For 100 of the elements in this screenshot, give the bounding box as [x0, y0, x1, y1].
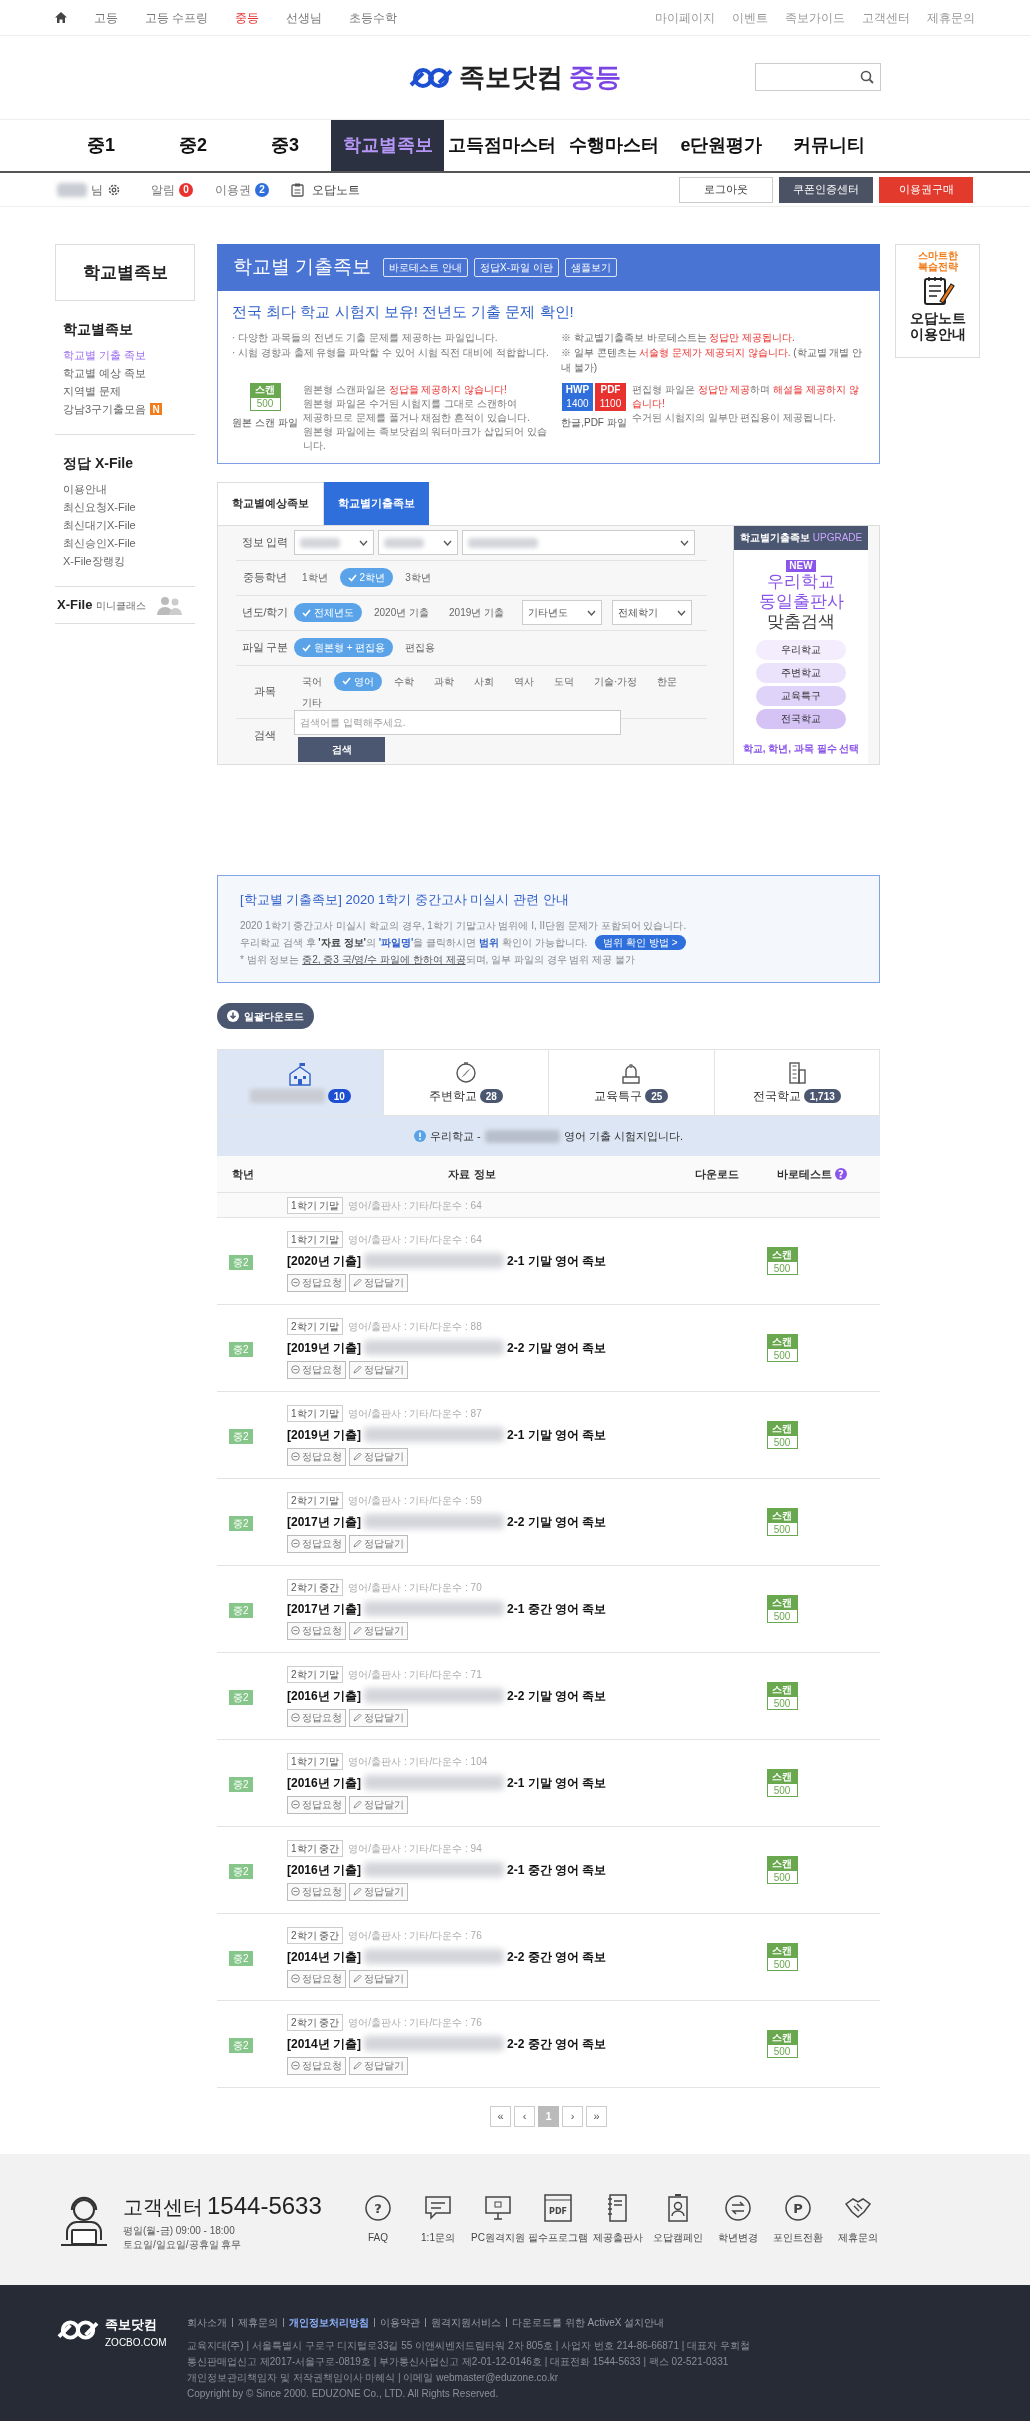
file-title[interactable]: [2017년 기출] — [287, 1512, 362, 1531]
select-field[interactable]: 기타년도 — [522, 600, 603, 625]
file-title[interactable]: [2014년 기출] — [287, 1947, 362, 1966]
support-link[interactable]: 제공출판사 — [588, 2194, 648, 2245]
file-title[interactable]: [2016년 기출] — [287, 1860, 362, 1879]
file-title[interactable]: 2-2 기말 영어 족보 — [507, 1338, 607, 1357]
file-title[interactable]: [2019년 기출] — [287, 1338, 362, 1357]
search-input[interactable]: 검색어를 입력해주세요. — [294, 710, 621, 735]
filter-option[interactable]: 한문 — [649, 671, 686, 691]
pagination-button[interactable]: › — [562, 2106, 583, 2127]
school-scope-button[interactable]: 교육특구 — [756, 685, 846, 706]
file-title[interactable]: [2017년 기출] — [287, 1599, 362, 1618]
answer-action-button[interactable]: 정답요청 — [287, 1882, 346, 1901]
filter-tab[interactable]: 학교별기출족보 — [324, 481, 429, 525]
file-title[interactable]: 2-1 기말 영어 족보 — [507, 1251, 607, 1270]
answer-action-button[interactable]: 정답달기 — [349, 1273, 408, 1292]
support-link[interactable]: 오답캠페인 — [648, 2194, 708, 2245]
header-button[interactable]: 쿠폰인증센터 — [779, 176, 873, 203]
school-scope-tab[interactable]: 10 — [218, 1050, 384, 1115]
filter-option[interactable]: 국어 — [294, 671, 330, 691]
sidebar-link[interactable]: 이용안내 — [63, 480, 107, 498]
top-nav-link[interactable]: 고등 수프링 — [145, 8, 209, 27]
pagination-button[interactable]: » — [586, 2106, 607, 2127]
top-nav-link[interactable]: 마이페이지 — [655, 8, 715, 27]
banner-button[interactable]: 정답X-파일 이란 — [474, 258, 559, 277]
answer-action-button[interactable]: 정답달기 — [349, 1882, 408, 1901]
answer-action-button[interactable]: 정답달기 — [349, 1447, 408, 1466]
top-nav-link[interactable]: 고등 — [94, 8, 118, 27]
answer-action-button[interactable]: 정답요청 — [287, 1447, 346, 1466]
support-link[interactable]: 제휴문의 — [828, 2194, 888, 2245]
answer-action-button[interactable]: 정답달기 — [349, 1795, 408, 1814]
main-nav-item[interactable]: e단원평가 — [669, 120, 774, 171]
main-nav-item[interactable]: 중3 — [239, 120, 331, 171]
banner-button[interactable]: 바로테스트 안내 — [383, 258, 469, 277]
file-title[interactable]: [2019년 기출] — [287, 1425, 362, 1444]
support-link[interactable]: PDF 필수프로그램 — [528, 2194, 588, 2245]
school-scope-button[interactable]: 우리학교 — [756, 639, 846, 660]
answer-action-button[interactable]: 정답요청 — [287, 1708, 346, 1727]
file-title[interactable]: 2-2 중간 영어 족보 — [507, 1947, 607, 1966]
search-field[interactable] — [755, 63, 881, 91]
pagination-button[interactable]: ‹ — [514, 2106, 535, 2127]
footer-link[interactable]: 다운로드를 위한 ActiveX 설치안내 — [512, 2315, 665, 2330]
file-title[interactable]: 2-1 기말 영어 족보 — [507, 1425, 607, 1444]
file-title[interactable]: 2-1 중간 영어 족보 — [507, 1599, 607, 1618]
filter-option[interactable]: 2020년 기출 — [366, 603, 438, 622]
file-title[interactable]: 2-1 중간 영어 족보 — [507, 1860, 607, 1879]
file-title[interactable]: [2016년 기출] — [287, 1773, 362, 1792]
file-title[interactable]: [2014년 기출] — [287, 2034, 362, 2053]
select-field[interactable] — [462, 530, 695, 555]
main-nav-item[interactable]: 중1 — [55, 120, 147, 171]
support-link[interactable]: 1:1문의 — [408, 2194, 468, 2245]
answer-action-button[interactable]: 정답요청 — [287, 1795, 346, 1814]
select-field[interactable]: 전체학기 — [612, 600, 693, 625]
filter-option[interactable]: 수학 — [386, 671, 422, 691]
sidebar-link[interactable]: 최신승인X-File — [63, 534, 136, 552]
file-title[interactable]: [2020년 기출] — [287, 1251, 362, 1270]
answer-action-button[interactable]: 정답요청 — [287, 1273, 346, 1292]
support-link[interactable]: ? FAQ — [348, 2194, 408, 2245]
file-title[interactable]: 2-2 중간 영어 족보 — [507, 2034, 607, 2053]
footer-link[interactable]: 원격지원서비스 — [431, 2315, 501, 2330]
support-link[interactable]: PC원격지원 — [468, 2194, 528, 2245]
sidebar-link[interactable]: X-File장랭킹 — [63, 552, 125, 570]
answer-action-button[interactable]: 정답요청 — [287, 1969, 346, 1988]
support-link[interactable]: P 포인트전환 — [768, 2194, 828, 2245]
top-nav-link[interactable]: 초등수학 — [349, 8, 398, 27]
sidebar-link[interactable]: 강남3구기출모음 — [63, 400, 147, 418]
school-scope-button[interactable]: 주변학교 — [756, 662, 846, 683]
filter-option[interactable]: 도덕 — [546, 671, 582, 691]
main-nav-item[interactable]: 고득점마스터 — [444, 120, 559, 171]
answer-action-button[interactable]: 정답달기 — [349, 1969, 408, 1988]
main-nav-item[interactable]: 학교별족보 — [331, 120, 444, 171]
filter-option[interactable]: 2019년 기출 — [441, 603, 513, 622]
wrong-answer-note-link[interactable]: 오답노트 — [312, 180, 360, 199]
footer-link[interactable]: 이용약관 — [380, 2315, 420, 2330]
file-title[interactable]: [2016년 기출] — [287, 1686, 362, 1705]
select-field[interactable] — [378, 530, 458, 555]
main-nav-item[interactable]: 커뮤니티 — [774, 120, 884, 171]
file-title[interactable]: 2-1 기말 영어 족보 — [507, 1773, 607, 1792]
select-field[interactable] — [294, 530, 374, 555]
school-scope-button[interactable]: 전국학교 — [756, 708, 846, 729]
answer-action-button[interactable]: 정답요청 — [287, 1360, 346, 1379]
answer-action-button[interactable]: 정답달기 — [349, 1708, 408, 1727]
banner-button[interactable]: 샘플보기 — [564, 258, 617, 277]
filter-option[interactable]: 역사 — [506, 671, 542, 691]
filter-tab[interactable]: 학교별예상족보 — [217, 481, 324, 525]
sidebar-link[interactable]: 최신대기X-File — [63, 516, 136, 534]
main-nav-item[interactable]: 중2 — [147, 120, 239, 171]
footer-link[interactable]: 회사소개 — [187, 2315, 227, 2330]
sidebar-link[interactable]: 최신요청X-File — [63, 498, 136, 516]
main-nav-item[interactable]: 수행마스터 — [559, 120, 669, 171]
bulk-download-button[interactable]: 일괄다운로드 — [217, 1003, 314, 1029]
filter-option[interactable]: 기술·가정 — [586, 671, 646, 691]
top-nav-link[interactable]: 선생님 — [286, 8, 323, 27]
top-nav-link[interactable]: 중등 — [235, 8, 260, 27]
footer-link[interactable]: 제휴문의 — [238, 2315, 278, 2330]
filter-option[interactable]: 편집용 — [397, 638, 444, 657]
answer-action-button[interactable]: 정답달기 — [349, 1621, 408, 1640]
header-button[interactable]: 이용권구매 — [879, 176, 973, 203]
answer-action-button[interactable]: 정답달기 — [349, 1360, 408, 1379]
range-guide-button[interactable]: 범위 확인 방법 > — [595, 935, 686, 950]
